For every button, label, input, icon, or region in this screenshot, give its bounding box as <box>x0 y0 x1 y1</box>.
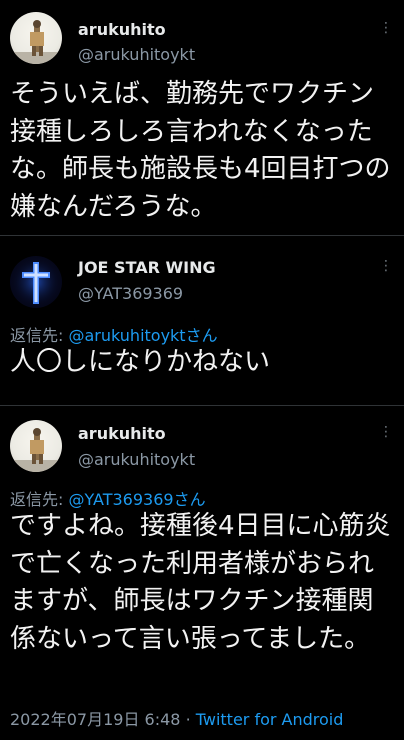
author-name[interactable]: arukuhito <box>78 424 166 443</box>
reply-mention-suffix: さん <box>185 326 218 345</box>
author-name[interactable]: arukuhito <box>78 20 166 39</box>
reply-mention-link[interactable]: @arukuhitoykt <box>68 326 185 345</box>
reply-to-line: 返信先: @arukuhitoyktさん <box>10 322 218 346</box>
tweet-2[interactable]: JOE STAR WING @YAT369369 ⋮ 返信先: @arukuhi… <box>0 236 404 400</box>
reply-to-label: 返信先: <box>10 326 69 345</box>
reply-to-label: 返信先: <box>10 490 69 509</box>
tweet-text: そういえば、勤務先でワクチン接種しろしろ言われなくなったな。師長も施設長も4回目… <box>10 79 391 222</box>
reply-to-line: 返信先: @YAT369369さん <box>10 486 206 510</box>
more-options-icon[interactable]: ⋮ <box>379 20 394 36</box>
tweet-3[interactable]: arukuhito @arukuhitoykt ⋮ 返信先: @YAT36936… <box>0 406 404 740</box>
cross-avatar[interactable] <box>10 256 62 308</box>
more-options-icon[interactable]: ⋮ <box>379 424 394 440</box>
reply-mention-link[interactable]: @YAT369369 <box>68 490 173 509</box>
tweet-text: ですよね。接種後4日目に心筋炎で亡くなった利用者様がおられますが、師長はワクチン… <box>10 511 391 654</box>
user-photo-avatar[interactable] <box>10 420 62 472</box>
tweet-1[interactable]: arukuhito @arukuhitoykt ⋮ そういえば、勤務先でワクチン… <box>0 0 404 234</box>
author-name[interactable]: JOE STAR WING <box>78 258 216 277</box>
timestamp[interactable]: 2022年07月19日 6:48 <box>10 710 180 729</box>
author-handle[interactable]: @arukuhitoykt <box>78 450 195 469</box>
author-handle[interactable]: @arukuhitoykt <box>78 45 195 64</box>
more-options-icon[interactable]: ⋮ <box>379 258 394 274</box>
author-handle[interactable]: @YAT369369 <box>78 284 183 303</box>
separator: · <box>185 710 191 729</box>
client-link[interactable]: Twitter for Android <box>196 710 344 729</box>
tweet-footer: 2022年07月19日 6:48 · Twitter for Android <box>10 706 343 730</box>
tweet-text: 人〇しになりかねない <box>10 347 271 377</box>
user-photo-avatar[interactable] <box>10 12 62 64</box>
reply-mention-suffix: さん <box>173 490 206 509</box>
